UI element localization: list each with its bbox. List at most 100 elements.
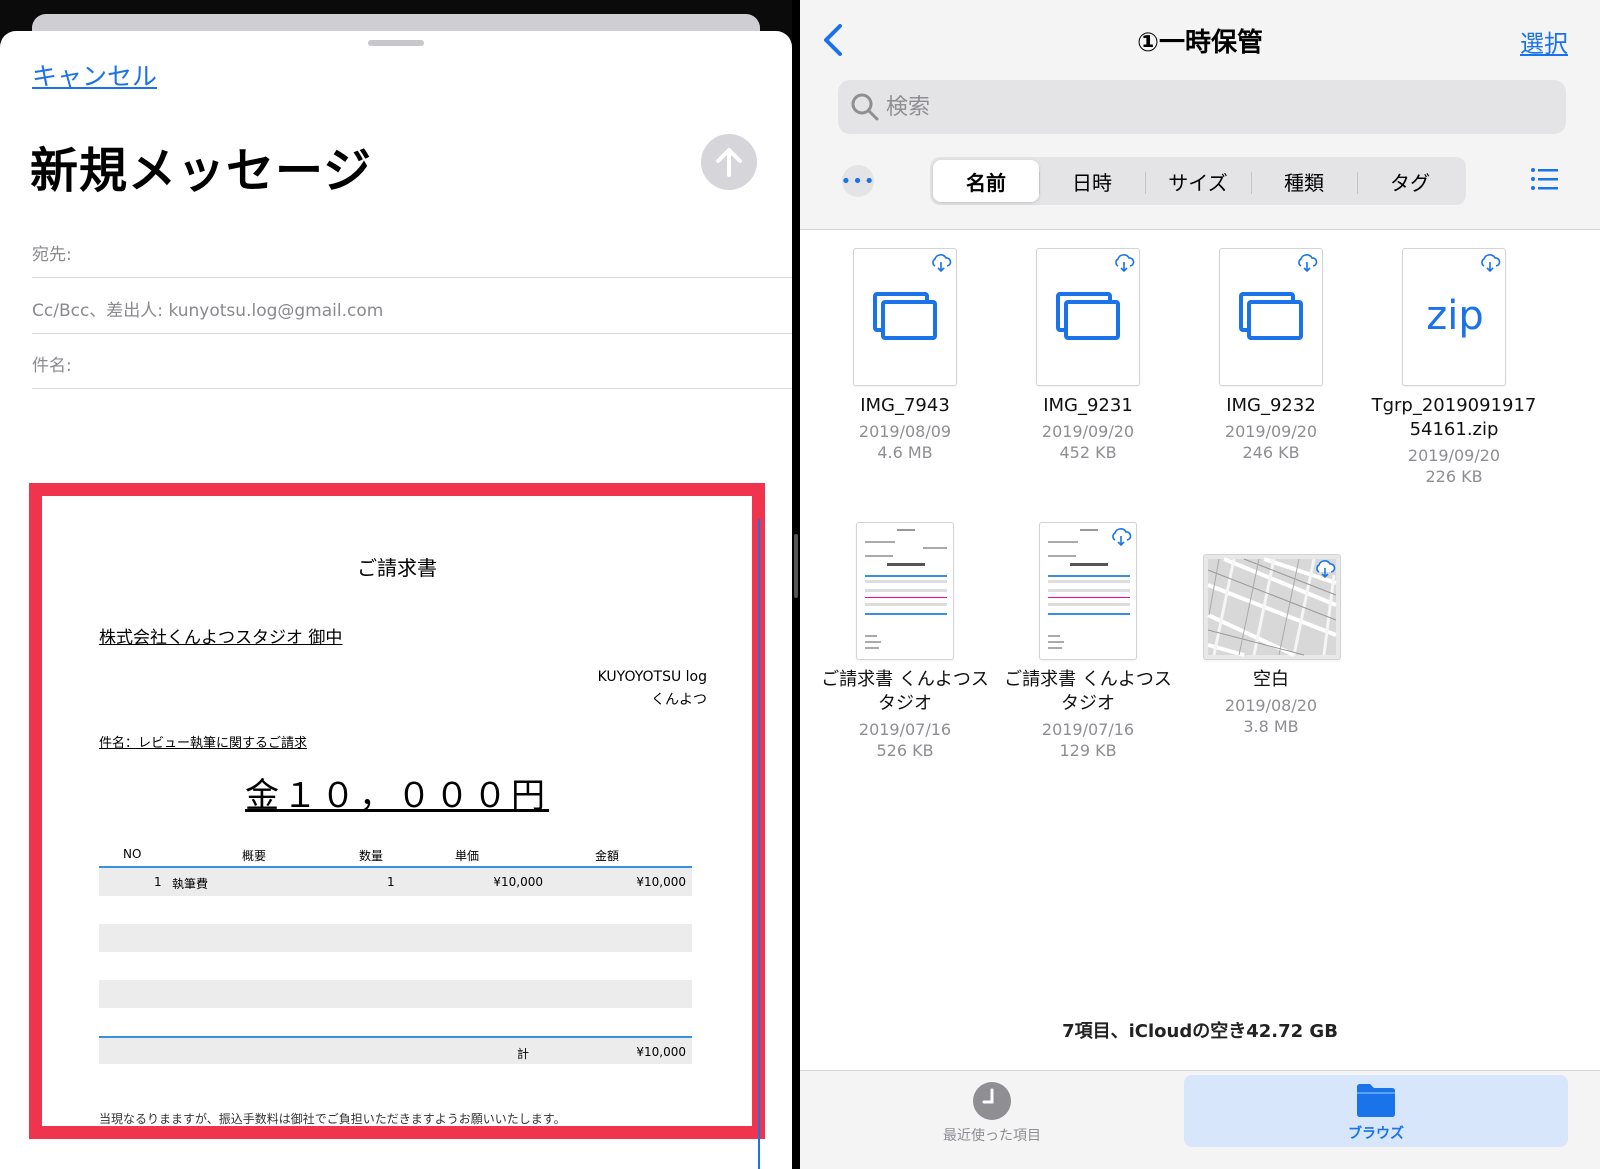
- cc-bcc-from-field[interactable]: Cc/Bcc、差出人: kunyotsu.log@gmail.com: [32, 278, 792, 334]
- sheet-grabber[interactable]: [368, 40, 424, 46]
- cancel-button[interactable]: キャンセル: [32, 57, 157, 93]
- col-unit: 単価: [455, 849, 480, 863]
- mail-compose-sheet: キャンセル 新規メッセージ 宛先: Cc/Bcc、差出人: kunyotsu.l…: [0, 31, 792, 1169]
- file-date: 2019/07/16: [858, 720, 952, 739]
- col-total: 金額: [595, 849, 620, 863]
- file-size: 452 KB: [1059, 443, 1117, 462]
- item-count-status: 7項目、iCloudの空き42.72 GB: [1062, 1021, 1338, 1042]
- subject-label: 件名:: [32, 356, 72, 376]
- folder-title: ①一時保管: [1136, 28, 1263, 58]
- file-date: 2019/08/20: [1224, 696, 1318, 715]
- sort-tab-date[interactable]: 日時: [1039, 160, 1145, 202]
- file-item[interactable]: zip Tgrp_2019091917 54161.zip 2019/09/20…: [1364, 240, 1544, 500]
- tab-recents[interactable]: 最近使った項目: [800, 1075, 1184, 1147]
- col-desc: 概要: [242, 849, 267, 863]
- file-item[interactable]: ご請求書 くんよつス タジオ 2019/07/16 129 KB: [998, 514, 1178, 774]
- folder-icon: [1357, 1084, 1395, 1117]
- file-name: Tgrp_2019091917: [1371, 395, 1537, 416]
- cc-label: Cc/Bcc、差出人:: [32, 301, 164, 321]
- file-date: 2019/07/16: [1041, 720, 1135, 739]
- sort-tab-tags[interactable]: タグ: [1357, 160, 1463, 202]
- more-options-button[interactable]: •••: [841, 165, 874, 197]
- cloud-download-icon: [1112, 528, 1132, 547]
- file-name: IMG_9232: [1226, 395, 1316, 416]
- invoice-recipient: 株式会社くんよつスタジオ 御中: [99, 628, 343, 648]
- cloud-download-icon: [1316, 560, 1336, 579]
- text-cursor: [758, 519, 760, 1169]
- clock-icon: [973, 1082, 1011, 1120]
- send-button[interactable]: [701, 134, 757, 190]
- file-thumbnail: [1036, 248, 1140, 386]
- file-item[interactable]: IMG_9232 2019/09/20 246 KB: [1181, 240, 1361, 480]
- invoice-note: 当現なるりまますが、振込手数料は御社でご負担いただきますようお願いいたします。: [99, 1112, 566, 1126]
- file-date: 2019/09/20: [1407, 446, 1501, 465]
- compose-title: 新規メッセージ: [30, 143, 373, 199]
- invoice-attachment-preview[interactable]: ご請求書 株式会社くんよつスタジオ 御中 KUYOYOTSU log くんよつ …: [29, 483, 765, 1139]
- invoice-total-row: 計 ¥10,000: [99, 1036, 692, 1064]
- cloud-download-icon: [1298, 254, 1318, 273]
- file-thumbnail: [1039, 522, 1137, 660]
- list-view-button[interactable]: [1530, 166, 1560, 192]
- file-date: 2019/08/09: [858, 422, 952, 441]
- row-unit: ¥10,000: [493, 875, 543, 889]
- select-button[interactable]: 選択: [1520, 24, 1568, 59]
- file-name: 空白: [1253, 669, 1289, 690]
- file-size: 246 KB: [1242, 443, 1300, 462]
- images-stack-icon: [873, 292, 937, 340]
- files-app: ①一時保管 選択 ••• 名前 日時 サイズ 種類 タグ: [800, 0, 1600, 1169]
- table-row-empty: [99, 952, 692, 980]
- file-item[interactable]: IMG_7943 2019/08/09 4.6 MB: [815, 240, 995, 480]
- file-thumbnail: [1203, 554, 1341, 660]
- invoice-table: NO 概要 数量 単価 金額 1 執筆費 1 ¥10,000 ¥10,000 計…: [99, 840, 692, 1064]
- file-item[interactable]: 空白 2019/08/20 3.8 MB: [1181, 514, 1361, 754]
- row-desc: 執筆費: [172, 877, 209, 891]
- from-address: kunyotsu.log@gmail.com: [168, 301, 384, 321]
- sort-tab-size[interactable]: サイズ: [1145, 160, 1251, 202]
- file-date: 2019/09/20: [1041, 422, 1135, 441]
- file-item[interactable]: IMG_9231 2019/09/20 452 KB: [998, 240, 1178, 480]
- table-row-empty: [99, 1008, 692, 1036]
- row-qty: 1: [387, 875, 395, 889]
- file-name: IMG_7943: [860, 395, 950, 416]
- cloud-download-icon: [932, 254, 952, 273]
- file-size: 526 KB: [876, 741, 934, 760]
- files-header: ①一時保管 選択 ••• 名前 日時 サイズ 種類 タグ: [800, 0, 1600, 230]
- table-row-empty: [99, 896, 692, 924]
- table-row: 1 執筆費 1 ¥10,000 ¥10,000: [99, 868, 692, 896]
- col-qty: 数量: [359, 849, 384, 863]
- sort-tab-name[interactable]: 名前: [933, 160, 1039, 202]
- to-label: 宛先:: [32, 245, 72, 265]
- to-field[interactable]: 宛先:: [32, 222, 792, 278]
- sort-segmented-control[interactable]: 名前 日時 サイズ 種類 タグ: [930, 157, 1466, 205]
- images-stack-icon: [1239, 292, 1303, 340]
- invoice-sender-person: くんよつ: [651, 692, 707, 708]
- document-preview-icon: [865, 529, 947, 649]
- file-name: ご請求書 くんよつス: [821, 669, 989, 690]
- file-size: 4.6 MB: [877, 443, 933, 462]
- search-bar[interactable]: [838, 80, 1566, 134]
- col-no: NO: [123, 847, 142, 861]
- sort-tab-kind[interactable]: 種類: [1251, 160, 1357, 202]
- invoice-table-header: NO 概要 数量 単価 金額: [99, 840, 692, 868]
- file-name-cont: タジオ: [878, 693, 932, 714]
- invoice-title: ご請求書: [357, 556, 437, 580]
- split-view-handle[interactable]: [794, 534, 798, 598]
- file-item[interactable]: ご請求書 くんよつス タジオ 2019/07/16 526 KB: [815, 514, 995, 774]
- file-thumbnail: zip: [1402, 248, 1506, 386]
- invoice-document: ご請求書 株式会社くんよつスタジオ 御中 KUYOYOTSU log くんよつ …: [42, 496, 752, 1126]
- row-no: 1: [154, 875, 162, 889]
- invoice-amount: 金１０，０００円: [245, 776, 549, 816]
- row-total: ¥10,000: [636, 875, 686, 889]
- table-row-empty: [99, 980, 692, 1008]
- tab-bar: 最近使った項目 ブラウズ: [800, 1070, 1600, 1169]
- file-size: 3.8 MB: [1243, 717, 1299, 736]
- sum-value: ¥10,000: [636, 1045, 686, 1059]
- subject-field[interactable]: 件名:: [32, 333, 792, 389]
- invoice-sender-name: KUYOYOTSU log: [597, 669, 707, 685]
- search-icon: [851, 93, 879, 121]
- tab-browse[interactable]: ブラウズ: [1184, 1075, 1568, 1147]
- sum-label: 計: [517, 1047, 530, 1061]
- search-input[interactable]: [886, 90, 1546, 124]
- file-thumbnail: [1219, 248, 1323, 386]
- zip-icon: zip: [1426, 293, 1484, 339]
